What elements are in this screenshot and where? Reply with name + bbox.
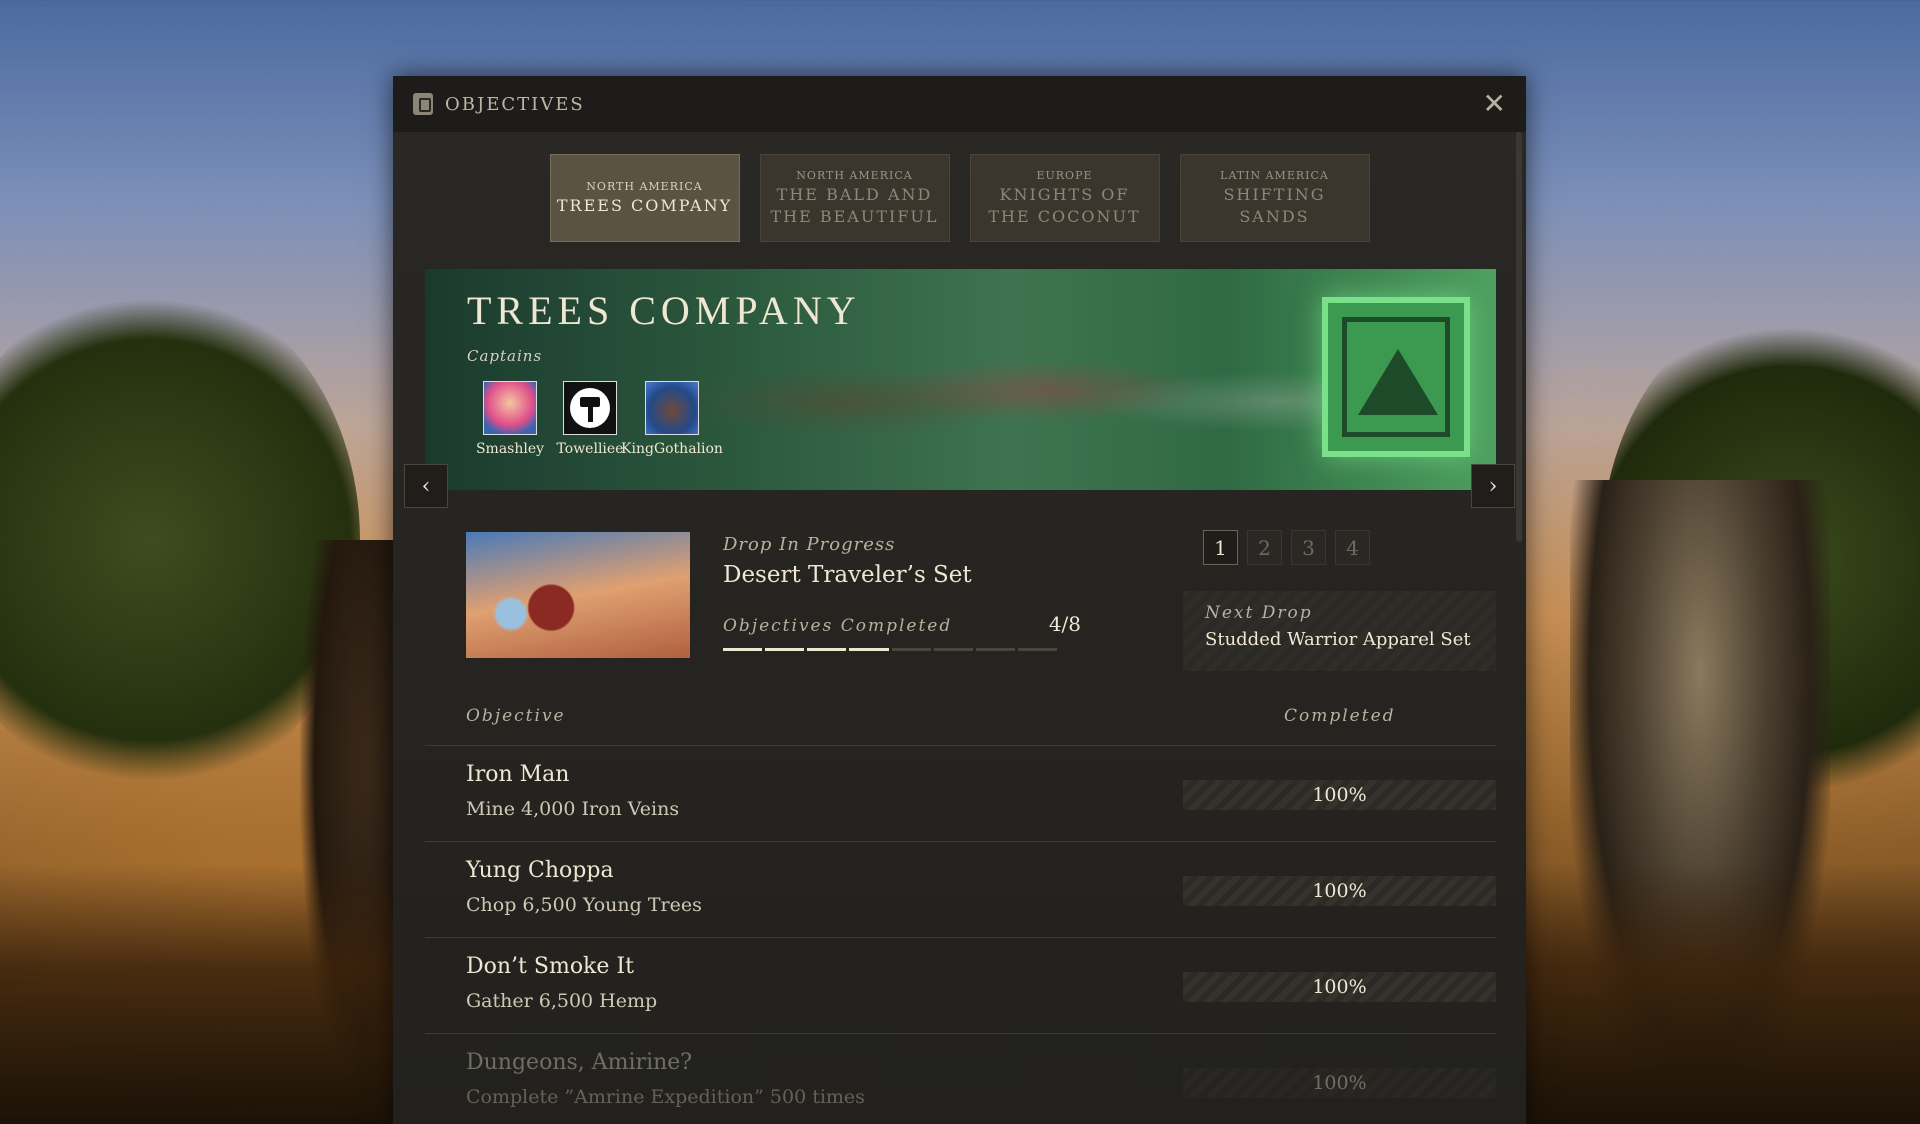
page-button-2[interactable]: 2 [1247, 530, 1282, 565]
objectives-completed-label: Objectives Completed [723, 616, 953, 636]
objectives-progress [723, 648, 1057, 651]
drop-name: Desert Traveler’s Set [723, 562, 972, 588]
progress-segment [933, 648, 973, 651]
tab-shifting-sands[interactable]: LATIN AMERICA SHIFTING SANDS [1179, 154, 1370, 242]
tab-region: EUROPE [1036, 168, 1093, 182]
avatar [563, 381, 617, 435]
captain-name: KingGothalion [621, 441, 723, 457]
completion-bar: 100% [1183, 780, 1496, 810]
objective-description: Mine 4,000 Iron Veins [466, 798, 680, 820]
next-company-button[interactable]: › [1471, 464, 1515, 508]
completion-bar: 100% [1183, 1068, 1496, 1098]
progress-segment [849, 648, 889, 651]
company-title: TREES COMPANY [467, 288, 861, 333]
close-button[interactable]: ✕ [1483, 90, 1506, 118]
title-bar: OBJECTIVES ✕ [393, 76, 1526, 132]
page-button-3[interactable]: 3 [1291, 530, 1326, 565]
hammer-icon [570, 388, 610, 428]
drop-status: Drop In Progress [723, 534, 896, 555]
tab-region: NORTH AMERICA [586, 179, 703, 193]
progress-segment [1017, 648, 1057, 651]
table-row: Iron Man Mine 4,000 Iron Veins 100% [425, 746, 1496, 842]
objective-description: Chop 6,500 Young Trees [466, 894, 702, 916]
next-drop-label: Next Drop [1205, 603, 1313, 623]
progress-segment [975, 648, 1015, 651]
table-row: Don’t Smoke It Gather 6,500 Hemp 100% [425, 938, 1496, 1034]
progress-segment [891, 648, 931, 651]
drop-set-image [466, 532, 690, 658]
next-drop-box: Next Drop Studded Warrior Apparel Set [1183, 591, 1496, 671]
tab-name: SHIFTING SANDS [1223, 184, 1326, 226]
objective-name: Iron Man [466, 762, 570, 787]
company-tabs: NORTH AMERICA TREES COMPANY NORTH AMERIC… [393, 154, 1526, 242]
avatar [483, 381, 537, 435]
table-row: Yung Choppa Chop 6,500 Young Trees 100% [425, 842, 1496, 938]
progress-segment [723, 648, 763, 651]
column-completed: Completed [1284, 706, 1396, 726]
progress-segment [807, 648, 847, 651]
objectives-icon [413, 93, 433, 115]
avatar [645, 381, 699, 435]
company-emblem-icon [1322, 297, 1470, 457]
completion-bar: 100% [1183, 972, 1496, 1002]
tab-trees-company[interactable]: NORTH AMERICA TREES COMPANY [549, 154, 740, 242]
table-row: Dungeons, Amirine? Complete ”Amrine Expe… [425, 1034, 1496, 1124]
drop-pagination: 1234 [1203, 530, 1370, 565]
captain-kinggothalion[interactable]: KingGothalion [617, 381, 727, 457]
prev-company-button[interactable]: ‹ [404, 464, 448, 508]
objectives-completed-count: 4/8 [1048, 612, 1081, 636]
window-title: OBJECTIVES [445, 93, 585, 115]
column-objective: Objective [466, 706, 566, 726]
objective-name: Dungeons, Amirine? [466, 1050, 693, 1075]
objective-name: Yung Choppa [466, 858, 614, 883]
captains-label: Captains [467, 347, 543, 365]
tab-name: THE BALD AND THE BEAUTIFUL [770, 184, 939, 226]
company-banner: TREES COMPANY Captains Smashley Towellie… [425, 269, 1496, 490]
objectives-panel: OBJECTIVES ✕ NORTH AMERICA TREES COMPANY… [393, 76, 1526, 1124]
tab-name: TREES COMPANY [556, 195, 733, 215]
completion-bar: 100% [1183, 876, 1496, 906]
objective-description: Gather 6,500 Hemp [466, 990, 658, 1012]
tab-region: NORTH AMERICA [796, 168, 913, 182]
progress-segment [765, 648, 805, 651]
tab-name: KNIGHTS OF THE COCONUT [988, 184, 1141, 226]
tab-knights-of-the-coconut[interactable]: EUROPE KNIGHTS OF THE COCONUT [969, 154, 1160, 242]
tab-the-bald-and-the-beautiful[interactable]: NORTH AMERICA THE BALD AND THE BEAUTIFUL [759, 154, 950, 242]
objective-description: Complete ”Amrine Expedition” 500 times [466, 1086, 865, 1108]
page-button-1[interactable]: 1 [1203, 530, 1238, 565]
objective-name: Don’t Smoke It [466, 954, 634, 979]
next-drop-name: Studded Warrior Apparel Set [1205, 629, 1471, 650]
tab-region: LATIN AMERICA [1220, 168, 1329, 182]
page-button-4[interactable]: 4 [1335, 530, 1370, 565]
objectives-table-header: Objective Completed [466, 706, 1496, 730]
